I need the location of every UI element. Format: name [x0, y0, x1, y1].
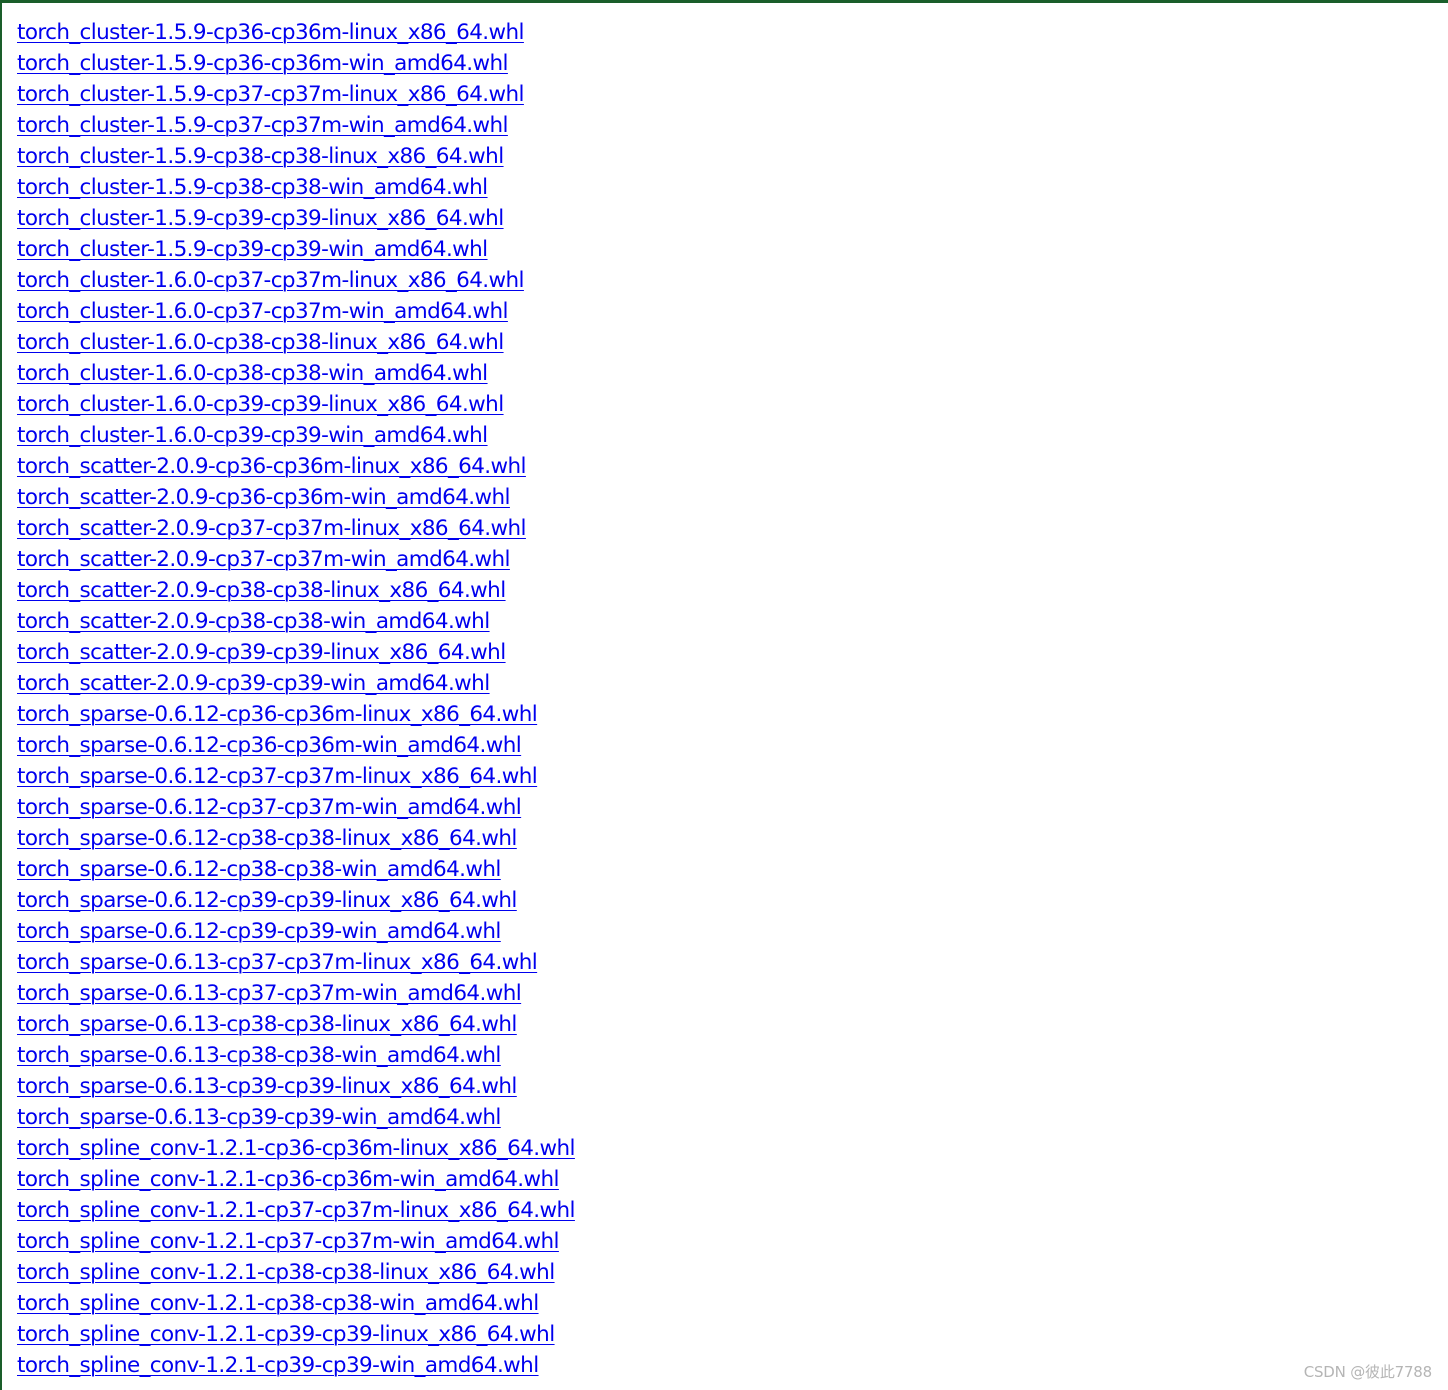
file-download-link[interactable]: torch_spline_conv-1.2.1-cp37-cp37m-linux… — [17, 1198, 576, 1223]
list-item: torch_scatter-2.0.9-cp39-cp39-win_amd64.… — [17, 668, 575, 699]
file-download-link[interactable]: torch_sparse-0.6.13-cp39-cp39-win_amd64.… — [17, 1105, 501, 1130]
file-download-link[interactable]: torch_scatter-2.0.9-cp36-cp36m-linux_x86… — [17, 454, 527, 479]
list-item: torch_sparse-0.6.12-cp36-cp36m-linux_x86… — [17, 699, 575, 730]
file-download-link[interactable]: torch_cluster-1.6.0-cp37-cp37m-win_amd64… — [17, 299, 509, 324]
list-item: torch_cluster-1.6.0-cp39-cp39-win_amd64.… — [17, 420, 575, 451]
list-item: torch_cluster-1.5.9-cp37-cp37m-linux_x86… — [17, 79, 575, 110]
list-item: torch_cluster-1.6.0-cp39-cp39-linux_x86_… — [17, 389, 575, 420]
list-item: torch_sparse-0.6.13-cp38-cp38-win_amd64.… — [17, 1040, 575, 1071]
file-download-link[interactable]: torch_sparse-0.6.12-cp37-cp37m-linux_x86… — [17, 764, 538, 789]
file-download-link[interactable]: torch_cluster-1.5.9-cp39-cp39-linux_x86_… — [17, 206, 504, 231]
file-download-link[interactable]: torch_cluster-1.5.9-cp38-cp38-win_amd64.… — [17, 175, 488, 200]
file-download-link[interactable]: torch_spline_conv-1.2.1-cp38-cp38-win_am… — [17, 1291, 539, 1316]
file-download-link[interactable]: torch_scatter-2.0.9-cp39-cp39-win_amd64.… — [17, 671, 490, 696]
file-download-link[interactable]: torch_sparse-0.6.12-cp39-cp39-win_amd64.… — [17, 919, 501, 944]
list-item: torch_sparse-0.6.12-cp39-cp39-win_amd64.… — [17, 916, 575, 947]
list-item: torch_spline_conv-1.2.1-cp39-cp39-linux_… — [17, 1319, 575, 1350]
list-item: torch_cluster-1.5.9-cp36-cp36m-linux_x86… — [17, 17, 575, 48]
file-download-link[interactable]: torch_cluster-1.5.9-cp37-cp37m-win_amd64… — [17, 113, 509, 138]
list-item: torch_scatter-2.0.9-cp39-cp39-linux_x86_… — [17, 637, 575, 668]
list-item: torch_scatter-2.0.9-cp37-cp37m-linux_x86… — [17, 513, 575, 544]
list-item: torch_sparse-0.6.12-cp37-cp37m-win_amd64… — [17, 792, 575, 823]
file-download-link[interactable]: torch_sparse-0.6.13-cp37-cp37m-linux_x86… — [17, 950, 538, 975]
list-item: torch_spline_conv-1.2.1-cp36-cp36m-linux… — [17, 1133, 576, 1164]
list-item: torch_cluster-1.6.0-cp38-cp38-linux_x86_… — [17, 327, 575, 358]
file-download-link[interactable]: torch_cluster-1.5.9-cp38-cp38-linux_x86_… — [17, 144, 504, 169]
file-download-link[interactable]: torch_cluster-1.6.0-cp39-cp39-win_amd64.… — [17, 423, 488, 448]
file-download-link[interactable]: torch_sparse-0.6.13-cp39-cp39-linux_x86_… — [17, 1074, 517, 1099]
list-item: torch_cluster-1.5.9-cp36-cp36m-win_amd64… — [17, 48, 575, 79]
list-item: torch_sparse-0.6.13-cp39-cp39-linux_x86_… — [17, 1071, 575, 1102]
file-download-link[interactable]: torch_cluster-1.5.9-cp37-cp37m-linux_x86… — [17, 82, 525, 107]
list-item: torch_spline_conv-1.2.1-cp37-cp37m-win_a… — [17, 1226, 575, 1257]
file-download-link[interactable]: torch_cluster-1.5.9-cp36-cp36m-win_amd64… — [17, 51, 509, 76]
file-download-link[interactable]: torch_scatter-2.0.9-cp39-cp39-linux_x86_… — [17, 640, 506, 665]
file-download-link[interactable]: torch_scatter-2.0.9-cp37-cp37m-win_amd64… — [17, 547, 511, 572]
list-item: torch_cluster-1.6.0-cp37-cp37m-linux_x86… — [17, 265, 575, 296]
file-download-link[interactable]: torch_spline_conv-1.2.1-cp39-cp39-linux_… — [17, 1322, 555, 1347]
file-download-link[interactable]: torch_spline_conv-1.2.1-cp38-cp38-linux_… — [17, 1260, 555, 1285]
list-item: torch_sparse-0.6.12-cp36-cp36m-win_amd64… — [17, 730, 575, 761]
file-download-link[interactable]: torch_scatter-2.0.9-cp38-cp38-win_amd64.… — [17, 609, 490, 634]
file-download-link[interactable]: torch_cluster-1.5.9-cp39-cp39-win_amd64.… — [17, 237, 488, 262]
list-item: torch_scatter-2.0.9-cp38-cp38-linux_x86_… — [17, 575, 575, 606]
file-download-link[interactable]: torch_sparse-0.6.12-cp37-cp37m-win_amd64… — [17, 795, 522, 820]
file-download-link[interactable]: torch_cluster-1.6.0-cp39-cp39-linux_x86_… — [17, 392, 504, 417]
list-item: torch_sparse-0.6.12-cp38-cp38-linux_x86_… — [17, 823, 575, 854]
file-download-link[interactable]: torch_spline_conv-1.2.1-cp36-cp36m-win_a… — [17, 1167, 560, 1192]
list-item: torch_sparse-0.6.13-cp37-cp37m-linux_x86… — [17, 947, 575, 978]
list-item: torch_cluster-1.6.0-cp38-cp38-win_amd64.… — [17, 358, 575, 389]
file-download-link[interactable]: torch_sparse-0.6.13-cp38-cp38-linux_x86_… — [17, 1012, 517, 1037]
file-download-link[interactable]: torch_cluster-1.5.9-cp36-cp36m-linux_x86… — [17, 20, 525, 45]
page-frame: torch_cluster-1.5.9-cp36-cp36m-linux_x86… — [0, 0, 1448, 1390]
list-item: torch_spline_conv-1.2.1-cp39-cp39-win_am… — [17, 1350, 575, 1381]
file-download-link[interactable]: torch_sparse-0.6.12-cp38-cp38-win_amd64.… — [17, 857, 501, 882]
list-item: torch_cluster-1.5.9-cp37-cp37m-win_amd64… — [17, 110, 575, 141]
list-item: torch_scatter-2.0.9-cp36-cp36m-linux_x86… — [17, 451, 575, 482]
list-item: torch_sparse-0.6.13-cp37-cp37m-win_amd64… — [17, 978, 575, 1009]
file-download-link[interactable]: torch_sparse-0.6.13-cp38-cp38-win_amd64.… — [17, 1043, 501, 1068]
file-download-link[interactable]: torch_spline_conv-1.2.1-cp36-cp36m-linux… — [17, 1136, 576, 1161]
file-download-link[interactable]: torch_spline_conv-1.2.1-cp39-cp39-win_am… — [17, 1353, 539, 1378]
list-item: torch_spline_conv-1.2.1-cp36-cp36m-win_a… — [17, 1164, 575, 1195]
file-download-link[interactable]: torch_cluster-1.6.0-cp37-cp37m-linux_x86… — [17, 268, 525, 293]
file-download-link[interactable]: torch_cluster-1.6.0-cp38-cp38-win_amd64.… — [17, 361, 488, 386]
list-item: torch_cluster-1.5.9-cp38-cp38-linux_x86_… — [17, 141, 575, 172]
list-item: torch_sparse-0.6.12-cp38-cp38-win_amd64.… — [17, 854, 575, 885]
list-item: torch_scatter-2.0.9-cp36-cp36m-win_amd64… — [17, 482, 575, 513]
file-download-link[interactable]: torch_sparse-0.6.12-cp39-cp39-linux_x86_… — [17, 888, 517, 913]
list-item: torch_spline_conv-1.2.1-cp38-cp38-win_am… — [17, 1288, 575, 1319]
list-item: torch_scatter-2.0.9-cp38-cp38-win_amd64.… — [17, 606, 575, 637]
list-item: torch_cluster-1.6.0-cp37-cp37m-win_amd64… — [17, 296, 575, 327]
file-download-link[interactable]: torch_sparse-0.6.12-cp38-cp38-linux_x86_… — [17, 826, 517, 851]
list-item: torch_sparse-0.6.13-cp38-cp38-linux_x86_… — [17, 1009, 575, 1040]
list-item: torch_sparse-0.6.13-cp39-cp39-win_amd64.… — [17, 1102, 575, 1133]
file-download-link[interactable]: torch_sparse-0.6.12-cp36-cp36m-win_amd64… — [17, 733, 522, 758]
file-download-link[interactable]: torch_scatter-2.0.9-cp37-cp37m-linux_x86… — [17, 516, 527, 541]
list-item: torch_cluster-1.5.9-cp39-cp39-win_amd64.… — [17, 234, 575, 265]
list-item: torch_spline_conv-1.2.1-cp38-cp38-linux_… — [17, 1257, 575, 1288]
file-download-link[interactable]: torch_cluster-1.6.0-cp38-cp38-linux_x86_… — [17, 330, 504, 355]
list-item: torch_cluster-1.5.9-cp39-cp39-linux_x86_… — [17, 203, 575, 234]
file-download-link[interactable]: torch_sparse-0.6.12-cp36-cp36m-linux_x86… — [17, 702, 538, 727]
list-item: torch_scatter-2.0.9-cp37-cp37m-win_amd64… — [17, 544, 575, 575]
file-download-link[interactable]: torch_spline_conv-1.2.1-cp37-cp37m-win_a… — [17, 1229, 560, 1254]
list-item: torch_sparse-0.6.12-cp37-cp37m-linux_x86… — [17, 761, 575, 792]
list-item: torch_sparse-0.6.12-cp39-cp39-linux_x86_… — [17, 885, 575, 916]
csdn-watermark: CSDN @彼此7788 — [1303, 1363, 1433, 1381]
list-item: torch_cluster-1.5.9-cp38-cp38-win_amd64.… — [17, 172, 575, 203]
file-link-list: torch_cluster-1.5.9-cp36-cp36m-linux_x86… — [17, 17, 576, 1381]
file-download-link[interactable]: torch_sparse-0.6.13-cp37-cp37m-win_amd64… — [17, 981, 522, 1006]
list-item: torch_spline_conv-1.2.1-cp37-cp37m-linux… — [17, 1195, 576, 1226]
file-download-link[interactable]: torch_scatter-2.0.9-cp36-cp36m-win_amd64… — [17, 485, 511, 510]
file-download-link[interactable]: torch_scatter-2.0.9-cp38-cp38-linux_x86_… — [17, 578, 506, 603]
